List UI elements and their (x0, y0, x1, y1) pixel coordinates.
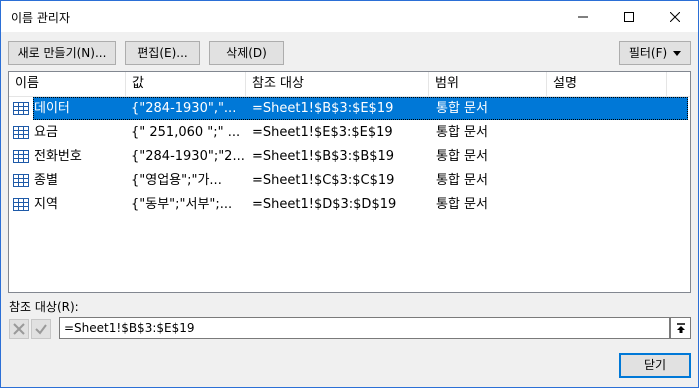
row-scope: 통합 문서 (436, 197, 488, 212)
row-comment (553, 169, 663, 193)
row-scope: 통합 문서 (436, 149, 488, 164)
minimize-icon (578, 16, 588, 17)
row-comment (553, 97, 663, 121)
named-range-icon (13, 126, 29, 139)
new-name-button[interactable]: 새로 만들기(N)... (8, 41, 116, 65)
dropdown-arrow-icon (673, 50, 682, 56)
row-value: {"동부";"서부";... (131, 197, 233, 212)
row-comment (553, 145, 663, 169)
row-comment (553, 121, 663, 145)
row-value: {"영업용";"가... (131, 173, 222, 188)
table-row[interactable]: 종별 {"영업용";"가... =Sheet1!$C$3:$C$19 통합 문서 (9, 169, 690, 193)
refers-to-label: 참조 대상(R): (9, 300, 79, 314)
close-icon (670, 11, 680, 22)
collapse-dialog-button[interactable] (670, 317, 691, 339)
row-name: 데이터 (34, 101, 70, 116)
row-name: 지역 (34, 197, 58, 212)
column-header-refers-to[interactable]: 참조 대상 (246, 72, 429, 96)
title-bar: 이름 관리자 (1, 1, 698, 32)
names-list[interactable]: 이름 값 참조 대상 범위 설명 데이터 {"284-1930","... =S… (8, 71, 691, 293)
name-manager-dialog: 이름 관리자 새로 만들기(N)... 편집(E)... 삭제(D) 필터(F)… (0, 0, 699, 388)
table-row[interactable]: 데이터 {"284-1930","... =Sheet1!$B$3:$E$19 … (9, 97, 690, 121)
row-refers-to: =Sheet1!$E$3:$E$19 (252, 125, 393, 140)
table-row[interactable]: 요금 {" 251,060 ";" ... =Sheet1!$E$3:$E$19… (9, 121, 690, 145)
named-range-icon (13, 174, 29, 187)
filter-label: 필터(F) (628, 46, 668, 60)
column-header-name[interactable]: 이름 (9, 72, 126, 96)
dialog-title: 이름 관리자 (11, 11, 71, 25)
named-range-icon (13, 150, 29, 163)
row-value: {"284-1930","... (131, 101, 237, 116)
table-row[interactable]: 전화번호 {"284-1930";"2... =Sheet1!$B$3:$B$1… (9, 145, 690, 169)
row-scope: 통합 문서 (436, 173, 488, 188)
row-value: {"284-1930";"2... (131, 149, 244, 164)
row-scope: 통합 문서 (436, 125, 488, 140)
cancel-edit-button[interactable] (9, 319, 29, 339)
maximize-button[interactable] (606, 1, 652, 32)
row-refers-to: =Sheet1!$D$3:$D$19 (252, 197, 397, 212)
check-icon (35, 324, 47, 335)
delete-name-button[interactable]: 삭제(D) (209, 41, 284, 65)
close-window-button[interactable] (652, 1, 698, 32)
refers-to-input[interactable]: =Sheet1!$B$3:$E$19 (59, 317, 670, 339)
close-button[interactable]: 닫기 (619, 353, 691, 378)
row-refers-to: =Sheet1!$C$3:$C$19 (252, 173, 395, 188)
filter-button[interactable]: 필터(F) (619, 41, 691, 65)
row-comment (553, 193, 663, 217)
row-name: 전화번호 (34, 149, 82, 164)
column-header-scope[interactable]: 범위 (429, 72, 547, 96)
minimize-button[interactable] (560, 1, 606, 32)
row-refers-to: =Sheet1!$B$3:$E$19 (252, 101, 394, 116)
collapse-arrow-icon (676, 323, 685, 333)
row-value: {" 251,060 ";" ... (131, 125, 241, 140)
named-range-icon (13, 198, 29, 211)
maximize-icon (624, 11, 634, 22)
named-range-icon (13, 102, 29, 115)
column-header-comment[interactable]: 설명 (547, 72, 667, 96)
row-scope: 통합 문서 (436, 101, 488, 116)
cancel-x-icon (13, 323, 25, 335)
column-header-value[interactable]: 값 (126, 72, 246, 96)
row-name: 종별 (34, 173, 58, 188)
confirm-edit-button[interactable] (31, 319, 51, 339)
row-refers-to: =Sheet1!$B$3:$B$19 (252, 149, 395, 164)
list-header: 이름 값 참조 대상 범위 설명 (9, 72, 690, 97)
row-name: 요금 (34, 125, 58, 140)
edit-name-button[interactable]: 편집(E)... (125, 41, 200, 65)
table-row[interactable]: 지역 {"동부";"서부";... =Sheet1!$D$3:$D$19 통합 … (9, 193, 690, 217)
